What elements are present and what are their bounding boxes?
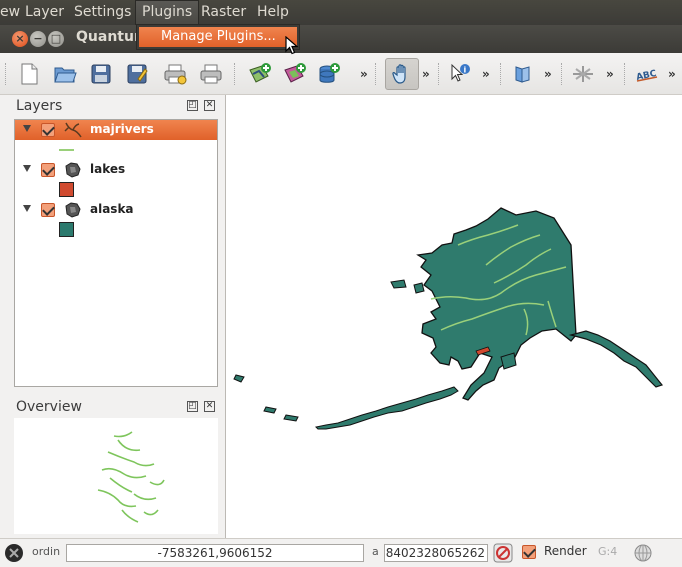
add-vector-layer-icon[interactable] [245, 59, 275, 89]
add-database-layer-icon[interactable] [314, 59, 344, 89]
overview-rivers [97, 431, 165, 523]
toolbar-overflow-button[interactable]: » [668, 67, 676, 81]
window-maximize-button[interactable]: □ [48, 31, 64, 47]
layer-name: lakes [90, 162, 126, 176]
layer-visibility-checkbox[interactable] [41, 203, 55, 217]
layers-panel: Layers ◰ ✕ majrivers lakes alaska [0, 95, 222, 390]
toolbar-grip[interactable] [5, 63, 9, 85]
scale-field[interactable]: 8402328065262 [384, 544, 488, 562]
alaska-mainland [416, 207, 577, 401]
status-bar: ordin -7583261,9606152 a 8402328065262 R… [0, 538, 682, 567]
layers-panel-float-button[interactable]: ◰ [187, 100, 198, 111]
render-checkbox[interactable] [522, 545, 536, 559]
island-aleutian-west-2 [263, 406, 277, 414]
save-as-icon[interactable] [122, 59, 152, 89]
layer-item-lakes[interactable]: lakes [15, 160, 217, 180]
save-project-icon[interactable] [86, 59, 116, 89]
plugins-dropdown-menu: Manage Plugins... [136, 24, 300, 50]
add-raster-layer-icon[interactable] [280, 59, 310, 89]
manage-plugins-menu-item[interactable]: Manage Plugins... [139, 27, 297, 47]
svg-text:i: i [464, 66, 467, 75]
label-icon[interactable]: ABC [632, 59, 662, 89]
expand-arrow-icon[interactable] [23, 165, 31, 172]
line-layer-icon [64, 122, 82, 138]
menu-layer[interactable]: Layer [19, 0, 70, 25]
window-close-button[interactable]: × [12, 31, 28, 47]
toolbar-overflow-button[interactable]: » [606, 67, 614, 81]
print-icon[interactable] [196, 59, 226, 89]
layer-item-alaska[interactable]: alaska [15, 200, 217, 220]
polygon-layer-icon [65, 202, 81, 218]
island-aleutian-west [283, 414, 299, 422]
overview-panel-title: Overview [16, 399, 82, 415]
menu-raster[interactable]: Raster [195, 0, 252, 25]
overview-panel: Overview ◰ ✕ [0, 396, 222, 538]
crs-label[interactable]: G:4 [598, 545, 617, 558]
pan-icon[interactable] [385, 58, 419, 90]
new-project-icon[interactable] [14, 59, 44, 89]
layers-tree: majrivers lakes alaska [14, 119, 218, 387]
toolbar-overflow-button[interactable]: » [482, 67, 490, 81]
toolbar-overflow-button[interactable]: » [544, 67, 552, 81]
layers-panel-close-button[interactable]: ✕ [204, 100, 215, 111]
island-nunivak [413, 282, 425, 294]
expand-arrow-icon[interactable] [23, 125, 31, 132]
legend-symbol-lakes [59, 182, 74, 197]
menu-settings[interactable]: Settings [68, 0, 137, 25]
aleutian-chain [314, 386, 459, 430]
island-st-lawrence [390, 279, 407, 289]
layer-visibility-checkbox[interactable] [41, 123, 55, 137]
alaska-map [233, 207, 664, 430]
legend-symbol-majrivers [59, 149, 74, 151]
mouse-cursor-icon [285, 36, 299, 55]
menu-help[interactable]: Help [251, 0, 295, 25]
polygon-layer-icon [65, 162, 81, 178]
toolbar-grip[interactable] [561, 63, 565, 85]
print-composer-icon[interactable] [160, 59, 190, 89]
layer-name: majrivers [90, 122, 154, 136]
main-toolbar: » » i » » » ABC » [0, 53, 682, 95]
gps-icon[interactable] [568, 59, 598, 89]
overview-panel-close-button[interactable]: ✕ [204, 401, 215, 412]
alaska-panhandle [568, 330, 664, 388]
toggle-extents-icon[interactable] [4, 543, 24, 563]
toolbar-overflow-button[interactable]: » [360, 67, 368, 81]
layers-panel-title: Layers [16, 98, 63, 114]
map-canvas[interactable] [225, 95, 682, 538]
coordinate-label: ordin [32, 545, 61, 558]
legend-symbol-alaska [59, 222, 74, 237]
open-project-icon[interactable] [50, 59, 80, 89]
layer-name: alaska [90, 202, 134, 216]
render-label: Render [544, 544, 587, 558]
coordinate-field[interactable]: -7583261,9606152 [66, 544, 364, 562]
toolbar-grip[interactable] [500, 63, 504, 85]
menu-bar: ew Layer Settings Plugins Raster Help [0, 0, 682, 25]
window-minimize-button[interactable]: − [30, 31, 46, 47]
stop-render-icon[interactable] [493, 543, 513, 563]
scale-label: a [372, 545, 379, 558]
menu-plugins[interactable]: Plugins [135, 0, 200, 25]
map-tips-icon[interactable] [508, 59, 538, 89]
toolbar-grip[interactable] [375, 63, 379, 85]
toolbar-grip[interactable] [234, 63, 238, 85]
island-aleutian-west-3 [233, 374, 245, 383]
toolbar-grip[interactable] [624, 63, 628, 85]
toolbar-grip[interactable] [438, 63, 442, 85]
overview-panel-float-button[interactable]: ◰ [187, 401, 198, 412]
layer-item-majrivers[interactable]: majrivers [15, 120, 217, 140]
overview-map[interactable] [14, 418, 218, 534]
toolbar-overflow-button[interactable]: » [422, 67, 430, 81]
window-title-bar: × − □ Quantum [0, 25, 682, 53]
identify-icon[interactable]: i [445, 59, 475, 89]
expand-arrow-icon[interactable] [23, 205, 31, 212]
crs-status-icon[interactable] [633, 543, 653, 563]
layer-visibility-checkbox[interactable] [41, 163, 55, 177]
